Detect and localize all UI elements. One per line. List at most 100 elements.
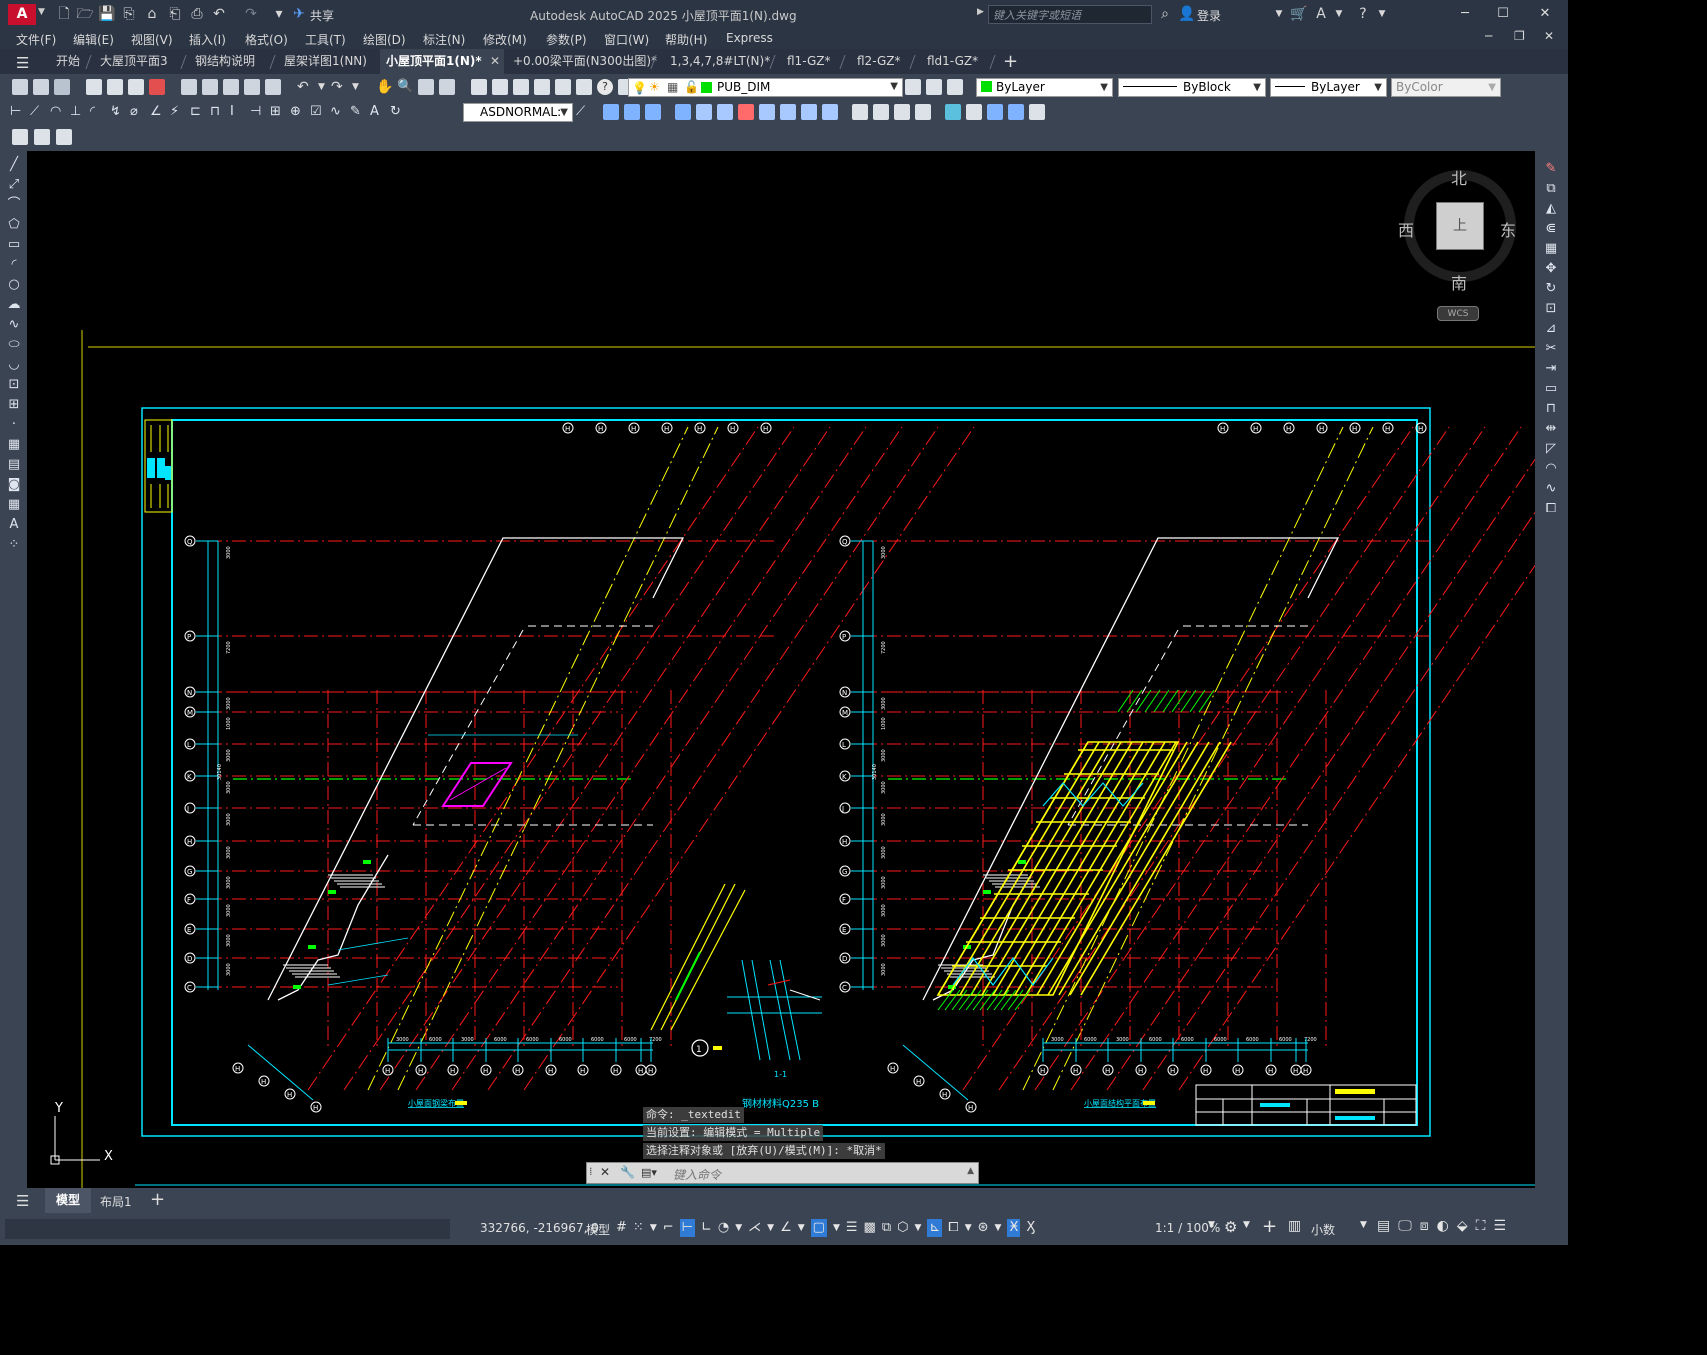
selection-cycling-icon[interactable]: ⧉	[882, 1219, 891, 1237]
aligned-dim-icon[interactable]: ⟋	[30, 104, 46, 120]
copy-icon[interactable]	[202, 79, 218, 95]
hamburger-menu-icon[interactable]: ☰	[16, 1192, 29, 1210]
units-value[interactable]: 小数	[1311, 1221, 1335, 1238]
blend-icon[interactable]: ∿	[1541, 481, 1561, 497]
isolate-objects-icon[interactable]: ⧈	[1420, 1218, 1429, 1234]
break-icon[interactable]: ⊓	[1541, 401, 1561, 417]
infer-constraints-icon[interactable]: ⌐	[663, 1219, 674, 1237]
chevron-down-icon[interactable]: ▼	[650, 1219, 657, 1237]
offset-icon[interactable]	[645, 104, 661, 120]
zoom-window-icon[interactable]	[418, 79, 434, 95]
calculator-icon[interactable]	[576, 79, 592, 95]
chamfer-icon[interactable]	[873, 104, 889, 120]
new-tab-icon[interactable]: +	[1003, 51, 1018, 72]
explode-icon[interactable]: ⧠	[1541, 501, 1561, 517]
mtext-icon[interactable]: A	[5, 517, 23, 533]
chevron-down-icon[interactable]: ▼	[1373, 5, 1391, 23]
help-icon[interactable]: ?	[1354, 5, 1372, 23]
search-input[interactable]: 键入关键字或短语	[988, 5, 1152, 24]
chevron-down-icon[interactable]: ▼	[38, 7, 45, 17]
object-snap-icon[interactable]: ▢	[810, 1219, 827, 1237]
dimstyle-dropdown[interactable]: ASDNORMAL: ▼	[463, 103, 573, 122]
drawing-area[interactable]: Q P N M L K J H G F E D C H H H H H H H H 3000 H 6000 H 3000 H 6000…	[27, 151, 1535, 1188]
linetype-dropdown[interactable]: ByBlock ▼	[1118, 78, 1266, 97]
login-button[interactable]: 登录	[1197, 7, 1221, 24]
save-icon[interactable]	[54, 79, 70, 95]
workspace-gear-icon[interactable]: ⚙	[1224, 1218, 1237, 1236]
sheet-set-icon[interactable]	[534, 79, 550, 95]
table-icon[interactable]: ▦	[5, 497, 23, 513]
minimize-icon[interactable]: ─	[1455, 5, 1475, 23]
dynamic-ucs-icon[interactable]: ⊾	[927, 1219, 943, 1237]
viewcube-top-face[interactable]: 上	[1436, 202, 1484, 250]
search-icon[interactable]: ⌕	[1156, 5, 1174, 23]
chamfer-icon[interactable]: ◸	[1541, 441, 1561, 457]
scale-icon[interactable]: ⊡	[1541, 301, 1561, 317]
graphics-perf-icon[interactable]: ◐	[1437, 1218, 1449, 1234]
quick-properties-icon[interactable]: ▤	[1377, 1218, 1390, 1234]
new-file-icon[interactable]: 🗋	[55, 5, 73, 23]
jogged-dim-icon[interactable]: ↯	[110, 104, 126, 120]
wcs-menu[interactable]: WCS	[1437, 306, 1479, 321]
tool-palettes-icon[interactable]	[513, 79, 529, 95]
arc-length-icon[interactable]: ◠	[50, 104, 66, 120]
chevron-down-icon[interactable]: ▼	[1330, 5, 1348, 23]
make-block-icon[interactable]: ⊞	[5, 397, 23, 413]
web-open-icon[interactable]: ⌂	[143, 5, 161, 23]
move-icon[interactable]: ✥	[1541, 261, 1561, 277]
drag-handle-icon[interactable]: ⁞	[589, 1165, 593, 1178]
paste-icon[interactable]	[223, 79, 239, 95]
move-icon[interactable]	[696, 104, 712, 120]
chevron-down-icon[interactable]: ▼	[1243, 1220, 1250, 1230]
color-dropdown[interactable]: ByLayer ▼	[976, 78, 1113, 97]
menu-modify[interactable]: 修改(M)	[483, 31, 527, 48]
chevron-down-icon[interactable]: ▼	[914, 1219, 921, 1237]
ellipse-icon[interactable]: ⬭	[5, 337, 23, 353]
chevron-down-icon[interactable]: ▼	[767, 1219, 774, 1237]
extend-icon[interactable]: ⇥	[1541, 361, 1561, 377]
menu-express[interactable]: Express	[726, 31, 773, 45]
break-dim-icon[interactable]: ⊣	[250, 104, 266, 120]
fillet-icon[interactable]	[852, 104, 868, 120]
viewcube-west[interactable]: 西	[1398, 217, 1414, 241]
xref-icon[interactable]	[987, 104, 1003, 120]
offset-icon[interactable]: ⋐	[1541, 221, 1561, 237]
dimstyle-manager-icon[interactable]: ⟋	[576, 104, 585, 119]
ole-object-icon[interactable]	[1029, 104, 1045, 120]
close-icon[interactable]: ✕	[1535, 5, 1555, 23]
ellipse-arc-icon[interactable]: ◡	[5, 357, 23, 373]
break-at-point-icon[interactable]: ▭	[1541, 381, 1561, 397]
lock-ui-icon[interactable]: 🖵	[1398, 1218, 1412, 1234]
object-snap-tracking-icon[interactable]: ∠	[780, 1219, 792, 1237]
dim-edit-icon[interactable]: ✎	[350, 104, 366, 120]
layer-walk-icon[interactable]	[56, 129, 72, 145]
app-logo[interactable]: A	[8, 4, 36, 25]
markup-icon[interactable]	[555, 79, 571, 95]
publish-icon[interactable]	[128, 79, 144, 95]
quick-dim-icon[interactable]: ⚡	[170, 104, 186, 120]
explode-icon[interactable]	[894, 104, 910, 120]
customization-icon[interactable]: ☰	[1493, 1218, 1506, 1234]
rotate-icon[interactable]	[717, 104, 733, 120]
chevron-down-icon[interactable]: ▼	[965, 1219, 972, 1237]
polar-tracking-icon[interactable]: ◔	[718, 1219, 729, 1237]
tab-file[interactable]: fld1-GZ*	[921, 49, 984, 74]
tab-file[interactable]: +0.00梁平面(N300出图)*	[507, 49, 663, 74]
chevron-down-icon[interactable]: ▼	[798, 1219, 805, 1237]
properties-icon[interactable]	[471, 79, 487, 95]
open-folder-icon[interactable]: 🗁	[76, 5, 94, 23]
chevron-down-icon[interactable]: ▼	[735, 1219, 742, 1237]
menu-insert[interactable]: 插入(I)	[189, 31, 226, 48]
angular-dim-icon[interactable]: ∠	[150, 104, 166, 120]
save-as-icon[interactable]: ⎘	[120, 5, 138, 23]
menu-help[interactable]: 帮助(H)	[665, 31, 707, 48]
menu-view[interactable]: 视图(V)	[131, 31, 173, 48]
tab-file-active[interactable]: 小屋顶平面1(N)* ✕	[380, 49, 504, 74]
undo-icon[interactable]: ↶	[210, 5, 228, 23]
customize-qat-icon[interactable]: ▾	[270, 5, 288, 23]
revcloud-icon[interactable]: ☁	[5, 297, 23, 313]
point-icon[interactable]: ·	[5, 417, 23, 433]
extend-icon[interactable]	[822, 104, 838, 120]
redo-icon[interactable]: ↷	[242, 5, 260, 23]
wblock-icon[interactable]	[966, 104, 982, 120]
